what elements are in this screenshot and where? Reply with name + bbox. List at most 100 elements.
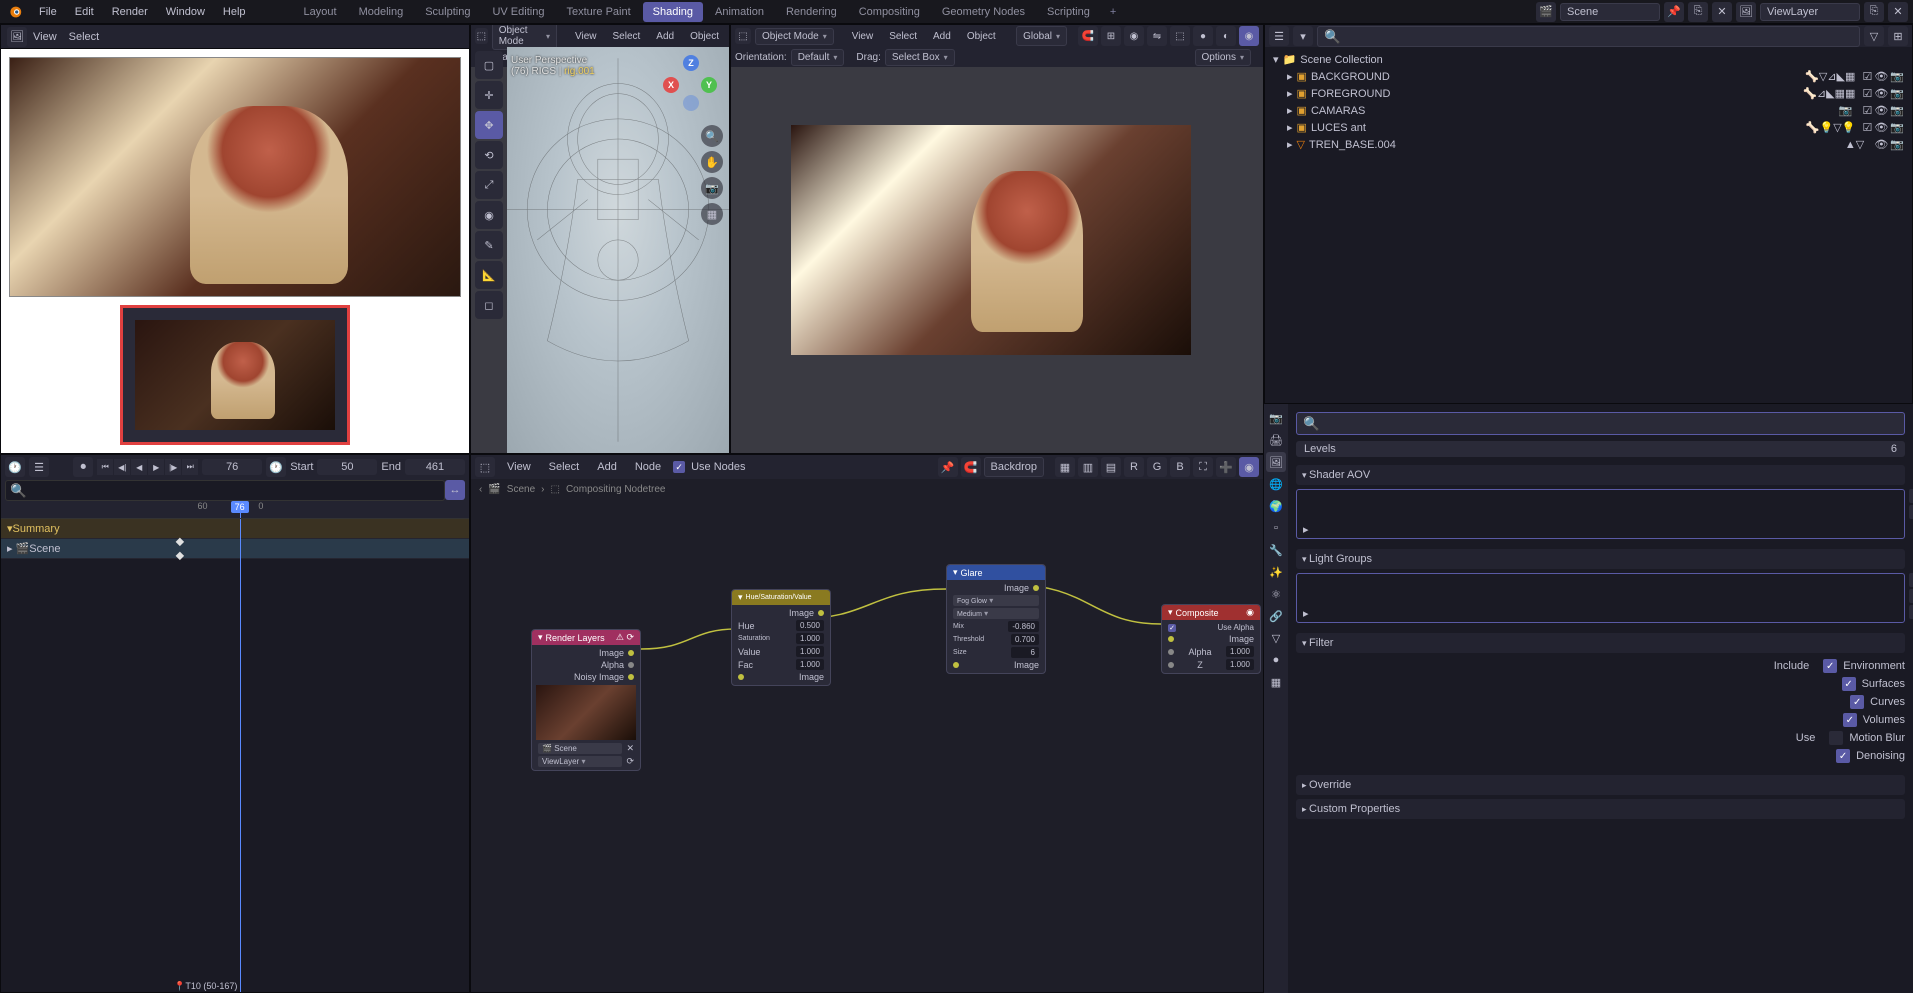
scene-del-icon[interactable]: ✕ xyxy=(1712,2,1732,22)
prop-tab-data[interactable]: ▽ xyxy=(1266,628,1286,648)
check-volumes[interactable]: ✓ xyxy=(1843,713,1857,727)
exclude-toggle[interactable]: ☑ xyxy=(1862,121,1872,134)
pan-gizmo-icon[interactable]: ✋ xyxy=(701,151,723,173)
play-button[interactable]: ▶ xyxy=(148,459,164,475)
scene-name-field[interactable]: Scene xyxy=(1560,3,1660,21)
node-hsv[interactable]: ▾Hue/Saturation/Value Image Hue0.500 Sat… xyxy=(731,589,831,686)
img-menu-select[interactable]: Select xyxy=(63,28,106,46)
tool-add-cube[interactable]: ◻ xyxy=(475,291,503,319)
mirror-icon[interactable]: ⇋ xyxy=(1147,26,1167,46)
section-shader-aov[interactable]: Shader AOV xyxy=(1296,465,1905,485)
check-motion-blur[interactable] xyxy=(1829,731,1843,745)
viewlayer-name-field[interactable]: ViewLayer xyxy=(1760,3,1860,21)
nav-gizmo[interactable]: Z Y X xyxy=(661,55,721,115)
channel-scene[interactable]: ▸ 🎬 Scene xyxy=(1,539,469,559)
ws-tab-layout[interactable]: Layout xyxy=(294,2,347,22)
jump-start-button[interactable]: ⏮ xyxy=(97,459,113,475)
section-filter[interactable]: Filter xyxy=(1296,633,1905,653)
hide-toggle[interactable]: 👁 xyxy=(1874,70,1888,83)
ws-tab-shading[interactable]: Shading xyxy=(643,2,703,22)
render-toggle[interactable]: 📷 xyxy=(1890,104,1904,117)
prop-tab-particles[interactable]: ✨ xyxy=(1266,562,1286,582)
global-dropdown[interactable]: Global xyxy=(1016,26,1067,46)
prop-tab-scene[interactable]: 🌐 xyxy=(1266,474,1286,494)
dopesheet-type-icon[interactable]: 🕐 xyxy=(5,457,25,477)
node-composite[interactable]: ▾Composite◉ ✓Use Alpha Image Alpha1.000 … xyxy=(1161,604,1261,674)
hide-toggle[interactable]: 👁 xyxy=(1874,121,1888,134)
outliner-type-icon[interactable]: ☰ xyxy=(1269,26,1289,46)
end-frame-field[interactable]: 461 xyxy=(405,459,465,475)
start-frame-field[interactable]: 50 xyxy=(317,459,377,475)
prop-tab-constraints[interactable]: 🔗 xyxy=(1266,606,1286,626)
tree-item[interactable]: ▸▣ CAMARAS 📷 ☑👁📷 xyxy=(1269,102,1908,119)
outliner-new-collection-icon[interactable]: ⊞ xyxy=(1888,26,1908,46)
timeline-marker[interactable]: 📍T10 (50-167) xyxy=(174,981,237,992)
autokey-icon[interactable]: ⏺ xyxy=(73,457,93,477)
channel-r-icon[interactable]: R xyxy=(1124,457,1144,477)
lg-remove-button[interactable]: − xyxy=(1909,589,1913,603)
ws-tab-animation[interactable]: Animation xyxy=(705,2,774,22)
outliner-search-input[interactable] xyxy=(1317,26,1860,47)
shader-aov-list[interactable]: ▸ xyxy=(1296,489,1905,539)
use-nodes-checkbox[interactable]: ✓ xyxy=(673,461,685,473)
editor-type-3d-icon-2[interactable]: ⬚ xyxy=(735,28,751,44)
tool-transform[interactable]: ◉ xyxy=(475,201,503,229)
options-dropdown[interactable]: Options xyxy=(1195,49,1251,66)
render-toggle[interactable]: 📷 xyxy=(1890,138,1904,151)
channel-summary[interactable]: ▾ Summary xyxy=(1,519,469,539)
ws-tab-scripting[interactable]: Scripting xyxy=(1037,2,1100,22)
render-image-small[interactable] xyxy=(120,305,350,445)
tool-move[interactable]: ✥ xyxy=(475,111,503,139)
scene-pin-icon[interactable]: 📌 xyxy=(1664,2,1684,22)
outliner-display-icon[interactable]: ▾ xyxy=(1293,26,1313,46)
editor-type-icon[interactable]: 🖼 xyxy=(7,27,27,47)
light-groups-list[interactable]: ▸ xyxy=(1296,573,1905,623)
tree-item[interactable]: ▸▣ LUCES ant 🦴💡▽💡 ☑👁📷 xyxy=(1269,119,1908,136)
menu-help[interactable]: Help xyxy=(215,3,254,21)
hide-toggle[interactable]: 👁 xyxy=(1874,104,1888,117)
section-override[interactable]: Override xyxy=(1296,775,1905,795)
ws-add-button[interactable]: + xyxy=(1102,2,1124,22)
viewlayer-del-icon[interactable]: ✕ xyxy=(1888,2,1908,22)
check-denoising[interactable]: ✓ xyxy=(1836,749,1850,763)
prop-tab-object[interactable]: ▫ xyxy=(1266,518,1286,538)
prop-tab-physics[interactable]: ⚛ xyxy=(1266,584,1286,604)
levels-field[interactable]: Levels 6 xyxy=(1296,441,1905,457)
breadcrumb-scene[interactable]: Scene xyxy=(507,484,535,495)
prop-tab-modifiers[interactable]: 🔧 xyxy=(1266,540,1286,560)
properties-search-input[interactable] xyxy=(1296,412,1905,435)
prop-tab-output[interactable]: 🖨 xyxy=(1266,430,1286,450)
comp-menu-view[interactable]: View xyxy=(501,458,537,476)
channel-bw-icon[interactable]: ▤ xyxy=(1101,457,1121,477)
vp-menu-select[interactable]: Select xyxy=(607,28,647,45)
section-light-groups[interactable]: Light Groups xyxy=(1296,549,1905,569)
drag-dropdown-2[interactable]: Select Box xyxy=(885,49,955,66)
ws-tab-geonodes[interactable]: Geometry Nodes xyxy=(932,2,1035,22)
ws-tab-uv[interactable]: UV Editing xyxy=(482,2,554,22)
persp-gizmo-icon[interactable]: ▦ xyxy=(701,203,723,225)
hide-toggle[interactable]: 👁 xyxy=(1874,87,1888,100)
channel-g-icon[interactable]: G xyxy=(1147,457,1167,477)
prop-tab-viewlayer[interactable]: 🖼 xyxy=(1266,452,1286,472)
shading-matprev-icon[interactable]: ◐ xyxy=(1216,26,1236,46)
check-surfaces[interactable]: ✓ xyxy=(1842,677,1856,691)
shading-solid-icon[interactable]: ● xyxy=(1193,26,1213,46)
render-toggle[interactable]: 📷 xyxy=(1890,121,1904,134)
dopesheet-timeline[interactable]: 60 0 76 ▾ Summary ▸ 🎬 Scene 📍T10 (50-167… xyxy=(1,501,469,992)
camera-gizmo-icon[interactable]: 📷 xyxy=(701,177,723,199)
snap-node-icon[interactable]: 🧲 xyxy=(961,457,981,477)
render-toggle[interactable]: 📷 xyxy=(1890,87,1904,100)
frame-lock-icon[interactable]: 🕐 xyxy=(266,457,286,477)
hide-toggle[interactable]: 👁 xyxy=(1874,138,1888,151)
snap-icon[interactable]: 🧲 xyxy=(1078,26,1098,46)
backdrop-button[interactable]: Backdrop xyxy=(984,457,1044,477)
realtime-compositor-icon[interactable]: ◉ xyxy=(1239,457,1259,477)
exclude-toggle[interactable]: ☑ xyxy=(1862,104,1872,117)
node-glare[interactable]: ▾Glare Image Fog Glow Medium Mix-0.860 T… xyxy=(946,564,1046,674)
scene-copy-icon[interactable]: ⎘ xyxy=(1688,2,1708,22)
tree-item[interactable]: ▸▽ TREN_BASE.004 ▲▽ 👁📷 xyxy=(1269,136,1908,153)
section-custom-props[interactable]: Custom Properties xyxy=(1296,799,1905,819)
comp-menu-node[interactable]: Node xyxy=(629,458,667,476)
keyframe-next-button[interactable]: |▶ xyxy=(165,459,181,475)
vp2-menu-view[interactable]: View xyxy=(846,28,880,45)
